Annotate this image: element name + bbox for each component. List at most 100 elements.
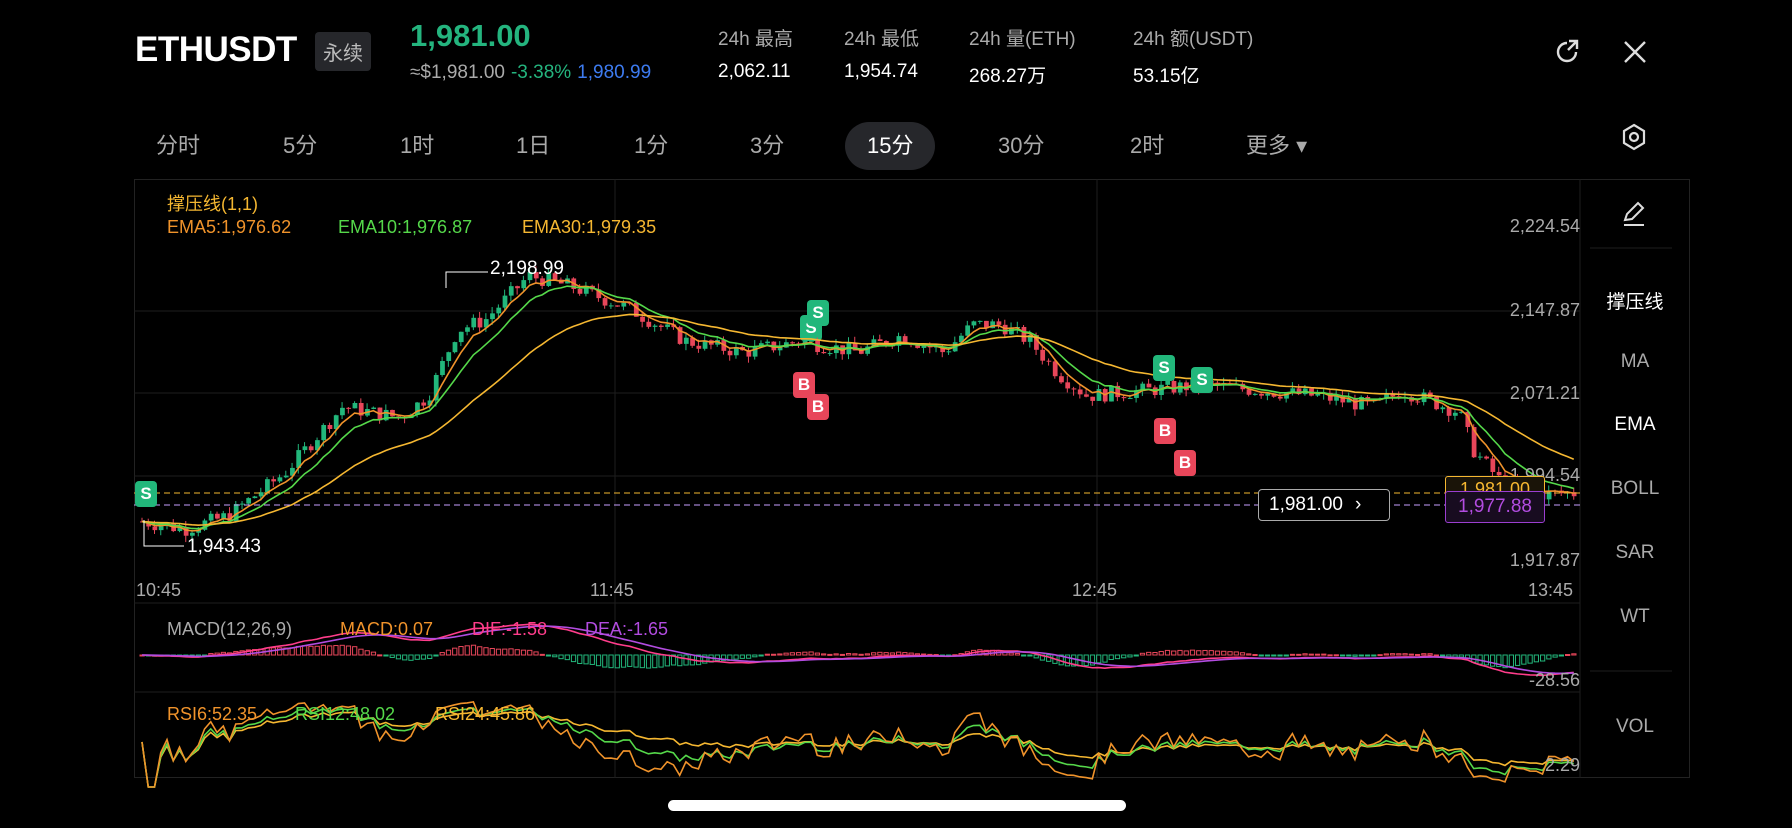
sidebar-item-boll[interactable]: BOLL	[1580, 478, 1690, 500]
macd-histogram-bar	[764, 653, 770, 656]
macd-histogram-bar	[1008, 652, 1014, 656]
macd-histogram-bar	[789, 652, 795, 656]
macd-histogram-bar	[777, 653, 783, 656]
candle-body	[1315, 393, 1321, 396]
candle-body	[1252, 393, 1258, 395]
macd-histogram-bar	[808, 651, 814, 656]
rsi-axis-label: 2.29	[1544, 755, 1580, 775]
home-indicator[interactable]	[668, 800, 1126, 811]
macd-histogram-bar	[827, 653, 833, 656]
candle-body	[821, 352, 827, 354]
candle-body	[440, 361, 445, 375]
macd-histogram-bar	[489, 647, 495, 656]
sidebar-item-ma[interactable]: MA	[1580, 351, 1690, 373]
macd-histogram-bar	[1346, 654, 1352, 657]
sell-marker[interactable]: S	[135, 481, 157, 507]
indicator-legend: 撑压线(1,1)	[167, 194, 259, 214]
candle-body	[1484, 456, 1489, 459]
candle-body	[971, 321, 977, 326]
current-price-tag[interactable]: 1,981.00 ›	[1258, 489, 1390, 521]
candle-body	[1146, 383, 1152, 388]
macd-histogram-bar	[1177, 649, 1183, 656]
macd-histogram-bar	[1508, 654, 1514, 667]
high-leader-line	[445, 271, 488, 288]
macd-histogram-bar	[914, 653, 921, 656]
sidebar-item-ema[interactable]: EMA	[1580, 414, 1690, 436]
candle-body	[683, 337, 689, 344]
macd-histogram-bar	[414, 654, 420, 660]
macd-histogram-bar	[370, 651, 377, 656]
macd-histogram-bar	[758, 654, 764, 657]
macd-histogram-bar	[1564, 654, 1571, 657]
price-axis-label: 2,147.87	[1509, 300, 1580, 320]
candle-body	[371, 407, 377, 409]
candle-body	[458, 331, 464, 343]
macd-histogram-bar	[1127, 654, 1133, 658]
sell-marker[interactable]: S	[1153, 355, 1175, 381]
time-axis-label: 12:45	[1072, 580, 1118, 600]
buy-marker[interactable]: B	[807, 394, 829, 420]
macd-histogram-bar	[1208, 650, 1214, 656]
macd-histogram-bar	[470, 644, 477, 656]
macd-histogram-bar	[770, 653, 777, 656]
candle-body	[327, 425, 333, 430]
macd-histogram-bar	[1489, 654, 1496, 667]
current-price-value: 1,981.00	[1269, 494, 1343, 515]
draw-pencil-icon[interactable]	[1619, 198, 1649, 228]
dea-value: DEA:-1.65	[585, 619, 669, 639]
macd-histogram-bar	[752, 654, 758, 658]
macd-histogram-bar	[502, 648, 508, 656]
candle-body	[608, 305, 614, 307]
candle-body	[727, 350, 733, 356]
macd-histogram-bar	[858, 653, 864, 656]
price-axis-label: 1,917.87	[1509, 550, 1580, 570]
macd-histogram-bar	[1189, 649, 1196, 656]
candle-body	[221, 513, 227, 519]
macd-histogram-bar	[658, 654, 664, 668]
sell-marker[interactable]: S	[807, 300, 829, 326]
macd-histogram-bar	[1221, 650, 1227, 656]
macd-histogram-bar	[583, 654, 589, 665]
macd-histogram-bar	[1302, 653, 1308, 656]
macd-histogram-bar	[1033, 654, 1039, 659]
candle-body	[252, 496, 258, 499]
sidebar-item-sar[interactable]: SAR	[1580, 542, 1690, 564]
candle-body	[1090, 396, 1096, 401]
macd-histogram-bar	[1514, 654, 1521, 666]
macd-histogram-bar	[1252, 654, 1258, 657]
sidebar-item-vol[interactable]: VOL	[1580, 716, 1690, 738]
macd-histogram-bar	[1371, 654, 1377, 657]
macd-histogram-bar	[420, 654, 427, 660]
candle-body	[1002, 324, 1008, 335]
macd-histogram-bar	[664, 654, 670, 667]
macd-histogram-bar	[302, 645, 308, 656]
macd-histogram-bar	[1352, 654, 1358, 657]
macd-histogram-bar	[439, 652, 445, 656]
macd-histogram-bar	[1196, 650, 1202, 656]
macd-histogram-bar	[508, 648, 514, 656]
macd-histogram-bar	[1558, 654, 1564, 657]
candle-body	[352, 402, 358, 409]
macd-histogram-bar	[1439, 654, 1446, 657]
buy-marker[interactable]: B	[1154, 418, 1176, 444]
buy-marker[interactable]: B	[1174, 450, 1196, 476]
kline-chart[interactable]	[0, 0, 1792, 828]
macd-histogram-bar	[458, 646, 464, 656]
macd-histogram-bar	[570, 654, 577, 663]
candle-body	[490, 313, 495, 320]
price-axis-label: 2,224.54	[1509, 216, 1580, 236]
rsi6-value: RSI6:52.35	[167, 704, 258, 724]
price-axis-label: 2,071.21	[1509, 383, 1580, 403]
ema30-legend: EMA30:1,979.35	[522, 217, 657, 237]
sidebar-item-support-line[interactable]: 撑压线	[1580, 287, 1690, 314]
macd-histogram-bar	[1521, 654, 1527, 665]
sell-marker[interactable]: S	[1191, 367, 1213, 393]
macd-histogram-bar	[1233, 651, 1239, 656]
sidebar-item-wt[interactable]: WT	[1580, 606, 1690, 628]
macd-histogram-bar	[383, 654, 389, 657]
candle-body	[346, 407, 352, 409]
macd-histogram-bar	[314, 645, 320, 656]
candle-body	[877, 339, 883, 341]
ema5-legend: EMA5:1,976.62	[167, 217, 292, 237]
macd-histogram-bar	[483, 647, 489, 656]
